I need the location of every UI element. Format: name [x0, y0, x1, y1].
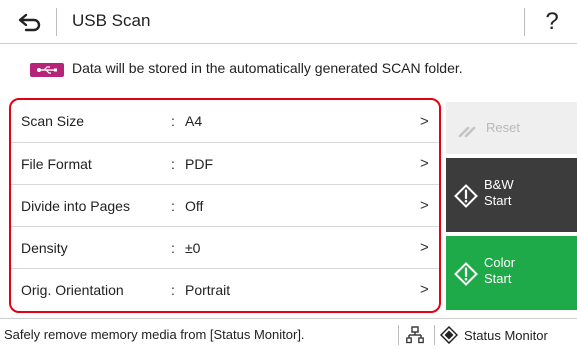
- chevron-right-icon: >: [420, 112, 429, 130]
- setting-colon: :: [171, 281, 175, 298]
- setting-row-scan-size[interactable]: Scan Size : A4 >: [11, 100, 439, 142]
- start-icon: [454, 262, 478, 286]
- title-divider-right: [524, 8, 525, 36]
- color-label-line1: Color: [484, 255, 516, 270]
- page-title: USB Scan: [72, 11, 151, 30]
- status-monitor-button[interactable]: Status Monitor: [440, 323, 548, 347]
- status-monitor-icon: [440, 326, 458, 344]
- info-message: Data will be stored in the automatically…: [72, 60, 463, 76]
- back-arrow-icon: [18, 13, 41, 32]
- status-message: Safely remove memory media from [Status …: [4, 327, 305, 342]
- bw-label-line2: Start: [484, 193, 512, 208]
- help-button[interactable]: ?: [532, 4, 572, 40]
- setting-value: Portrait: [185, 281, 231, 298]
- setting-value: PDF: [185, 155, 213, 172]
- setting-value: ±0: [185, 239, 201, 256]
- usb-icon: [30, 63, 64, 77]
- scan-settings-list: Scan Size : A4 > File Format : PDF > Div…: [9, 98, 441, 313]
- setting-row-density[interactable]: Density : ±0 >: [11, 226, 439, 268]
- reset-button[interactable]: Reset: [446, 102, 577, 154]
- back-button[interactable]: [8, 6, 52, 38]
- start-icon: [454, 184, 478, 208]
- setting-colon: :: [171, 197, 175, 214]
- network-icon: [406, 326, 424, 344]
- reset-icon: [458, 126, 476, 138]
- setting-colon: :: [171, 113, 175, 129]
- setting-value: A4: [185, 113, 203, 129]
- status-bar: Safely remove memory media from [Status …: [0, 318, 577, 349]
- chevron-right-icon: >: [420, 239, 429, 256]
- title-bar: USB Scan ?: [0, 0, 577, 44]
- setting-label: Scan Size: [21, 113, 85, 129]
- setting-label: Divide into Pages: [21, 197, 130, 214]
- color-start-label: Color Start: [484, 255, 515, 287]
- setting-colon: :: [171, 239, 175, 256]
- setting-label: Density: [21, 239, 68, 256]
- title-divider: [56, 8, 57, 36]
- chevron-right-icon: >: [420, 197, 429, 214]
- color-label-line2: Start: [484, 271, 512, 286]
- reset-label: Reset: [486, 120, 520, 135]
- bw-start-label: B&W Start: [484, 177, 514, 209]
- setting-row-file-format[interactable]: File Format : PDF >: [11, 142, 439, 184]
- setting-label: File Format: [21, 155, 92, 172]
- chevron-right-icon: >: [420, 281, 429, 298]
- bw-start-button[interactable]: B&W Start: [446, 158, 577, 232]
- setting-row-orig-orientation[interactable]: Orig. Orientation : Portrait >: [11, 268, 439, 310]
- setting-colon: :: [171, 155, 175, 172]
- setting-row-divide-into-pages[interactable]: Divide into Pages : Off >: [11, 184, 439, 226]
- setting-label: Orig. Orientation: [21, 281, 124, 298]
- chevron-right-icon: >: [420, 155, 429, 172]
- status-divider: [434, 325, 435, 345]
- status-monitor-label: Status Monitor: [464, 327, 548, 343]
- setting-value: Off: [185, 197, 204, 214]
- bw-label-line1: B&W: [484, 177, 514, 192]
- status-divider: [398, 325, 399, 345]
- color-start-button[interactable]: Color Start: [446, 236, 577, 310]
